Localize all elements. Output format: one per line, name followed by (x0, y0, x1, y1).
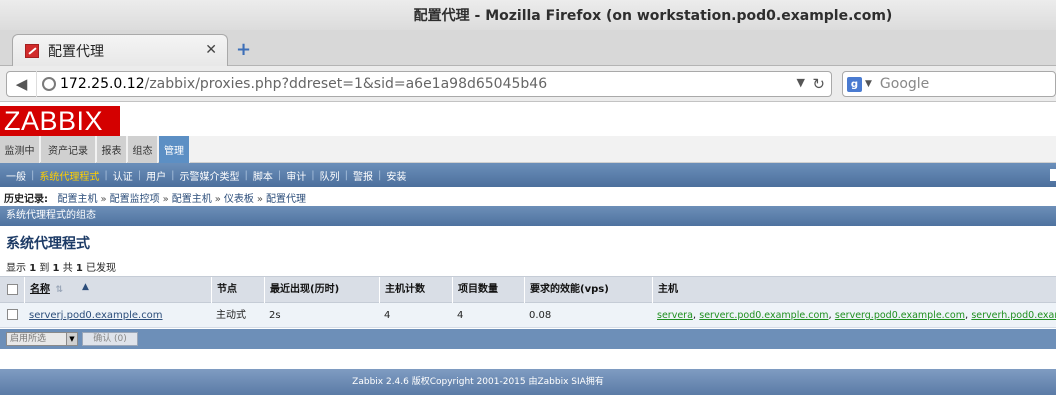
search-input[interactable]: Google (880, 76, 929, 92)
new-tab-icon[interactable]: + (236, 39, 251, 60)
sub-menu-separator: | (277, 169, 282, 181)
search-box-edge[interactable] (1050, 169, 1056, 181)
reload-icon[interactable]: ↻ (812, 75, 825, 93)
column-header-host-count[interactable]: 主机计数 (379, 277, 452, 303)
zabbix-page: ZABBIX 监测中 资产记录 报表 组态 管理 一般 | 系统代理程式 | 认… (0, 102, 1056, 408)
column-header-hosts[interactable]: 主机 (652, 277, 1056, 303)
table-header: 名称 ⇅ ▲ 节点 最近出现(历时) 主机计数 项目数量 要求的效能(vps) … (0, 276, 1056, 303)
globe-icon (42, 77, 56, 91)
column-header-mode[interactable]: 节点 (211, 277, 264, 303)
column-header-item-count[interactable]: 项目数量 (452, 277, 524, 303)
window-titlebar: 配置代理 - Mozilla Firefox (on workstation.p… (0, 0, 1056, 30)
action-bar: 启用所选 ▼ 确认 (0) (0, 329, 1056, 349)
host-link[interactable]: servera (657, 310, 693, 321)
main-menu: 监测中 资产记录 报表 组态 管理 (0, 136, 1056, 163)
search-bar[interactable]: g ▼ Google (842, 71, 1056, 97)
url-bar[interactable]: ◀ 172.25.0.12/zabbix/proxies.php?ddreset… (6, 71, 832, 97)
breadcrumb-link[interactable]: 仪表板 (224, 194, 254, 205)
host-link[interactable]: serverh.pod0.example.com (971, 310, 1056, 321)
proxy-name-cell: serverj.pod0.example.com (24, 303, 211, 328)
main-menu-monitoring[interactable]: 监测中 (0, 136, 40, 163)
search-engine-dropdown-icon[interactable]: ▼ (865, 79, 872, 89)
window-title: 配置代理 - Mozilla Firefox (on workstation.p… (413, 8, 893, 24)
sub-menu-installation[interactable]: 安装 (386, 168, 406, 183)
main-menu-inventory[interactable]: 资产记录 (41, 136, 96, 163)
sub-menu-notifications[interactable]: 警报 (353, 168, 373, 183)
item-count-cell: 4 (457, 310, 464, 321)
breadcrumb-link[interactable]: 配置监控项 (110, 194, 160, 205)
confirm-button[interactable]: 确认 (0) (82, 332, 138, 346)
display-count: 显示 1 到 1 共 1 已发现 (6, 263, 117, 274)
proxy-name-link[interactable]: serverj.pod0.example.com (29, 310, 163, 321)
sub-menu-separator: | (378, 169, 382, 181)
back-arrow-icon[interactable]: ◀ (7, 71, 37, 97)
sub-menu-separator: | (244, 169, 248, 181)
sub-menu-separator: | (137, 169, 142, 181)
url-history-dropdown-icon[interactable]: ▼ (797, 76, 805, 89)
sub-menu-users[interactable]: 用户 (146, 168, 166, 183)
zabbix-favicon-icon (25, 43, 39, 58)
page-title: 系统代理程式 (6, 236, 90, 252)
sort-ascending-icon: ▲ (82, 282, 89, 292)
url-text[interactable]: 172.25.0.12/zabbix/proxies.php?ddreset=1… (60, 76, 547, 92)
google-search-engine-icon[interactable]: g (847, 76, 862, 92)
browser-tab[interactable]: 配置代理 ✕ (12, 34, 228, 66)
tab-label: 配置代理 (48, 43, 104, 60)
sub-menu: 一般 | 系统代理程式 | 认证 | 用户 | 示警媒介类型 | 脚本 | 审计… (0, 163, 1056, 187)
required-performance-cell: 0.08 (529, 310, 552, 321)
column-header-name[interactable]: 名称 ⇅ ▲ (24, 277, 211, 303)
breadcrumb-title: 历史记录: (4, 194, 48, 205)
sub-menu-proxies[interactable]: 系统代理程式 (39, 168, 99, 183)
page-footer: Zabbix 2.4.6 版权Copyright 2001-2015 由Zabb… (0, 369, 1056, 395)
zabbix-logo[interactable]: ZABBIX (0, 106, 120, 136)
section-header: 系统代理程式的组态 (0, 206, 1056, 226)
column-header-last-seen[interactable]: 最近出现(历时) (264, 277, 379, 303)
sub-menu-separator: | (104, 169, 108, 181)
host-link[interactable]: serverc.pod0.example.com (699, 310, 828, 321)
last-seen-cell: 2s (269, 310, 281, 321)
sub-menu-scripts[interactable]: 脚本 (253, 168, 273, 183)
main-menu-reports[interactable]: 报表 (97, 136, 127, 163)
row-checkbox[interactable] (7, 309, 18, 320)
main-menu-administration[interactable]: 管理 (159, 136, 190, 163)
breadcrumb-link[interactable]: 配置代理 (266, 194, 306, 205)
breadcrumb-link[interactable]: 配置主机 (172, 194, 212, 205)
sub-menu-general[interactable]: 一般 (6, 168, 26, 183)
host-link[interactable]: serverg.pod0.example.com (835, 310, 965, 321)
sub-menu-queue[interactable]: 队列 (320, 168, 340, 183)
main-menu-configuration[interactable]: 组态 (128, 136, 158, 163)
sub-menu-separator: | (171, 169, 175, 181)
sub-menu-separator: | (31, 169, 35, 181)
mass-action-select[interactable]: 启用所选 ▼ (6, 332, 78, 346)
sub-menu-separator: | (344, 169, 348, 181)
sort-indicator-icon: ⇅ (55, 285, 64, 295)
column-header-required-performance[interactable]: 要求的效能(vps) (524, 277, 652, 303)
sub-menu-separator: | (311, 169, 315, 181)
sub-menu-authentication[interactable]: 认证 (113, 168, 133, 183)
browser-navbar: ◀ 172.25.0.12/zabbix/proxies.php?ddreset… (0, 66, 1056, 102)
close-tab-icon[interactable]: ✕ (205, 42, 217, 58)
host-count-cell: 4 (384, 310, 391, 321)
sub-menu-media-types[interactable]: 示警媒介类型 (180, 168, 240, 183)
select-all-checkbox[interactable] (7, 284, 18, 295)
chevron-down-icon[interactable]: ▼ (66, 333, 77, 345)
proxy-mode-cell: 主动式 (216, 310, 246, 321)
breadcrumb-link[interactable]: 配置主机 (58, 194, 98, 205)
breadcrumb: 历史记录: 配置主机» 配置监控项» 配置主机» 仪表板» 配置代理 (4, 194, 307, 205)
browser-tabbar: 配置代理 ✕ + (0, 30, 1056, 66)
hosts-cell: servera, serverc.pod0.example.com, serve… (652, 303, 1056, 328)
table-row: serverj.pod0.example.com 主动式 2s 4 4 0.08… (0, 303, 1056, 328)
sub-menu-audit[interactable]: 审计 (286, 168, 306, 183)
